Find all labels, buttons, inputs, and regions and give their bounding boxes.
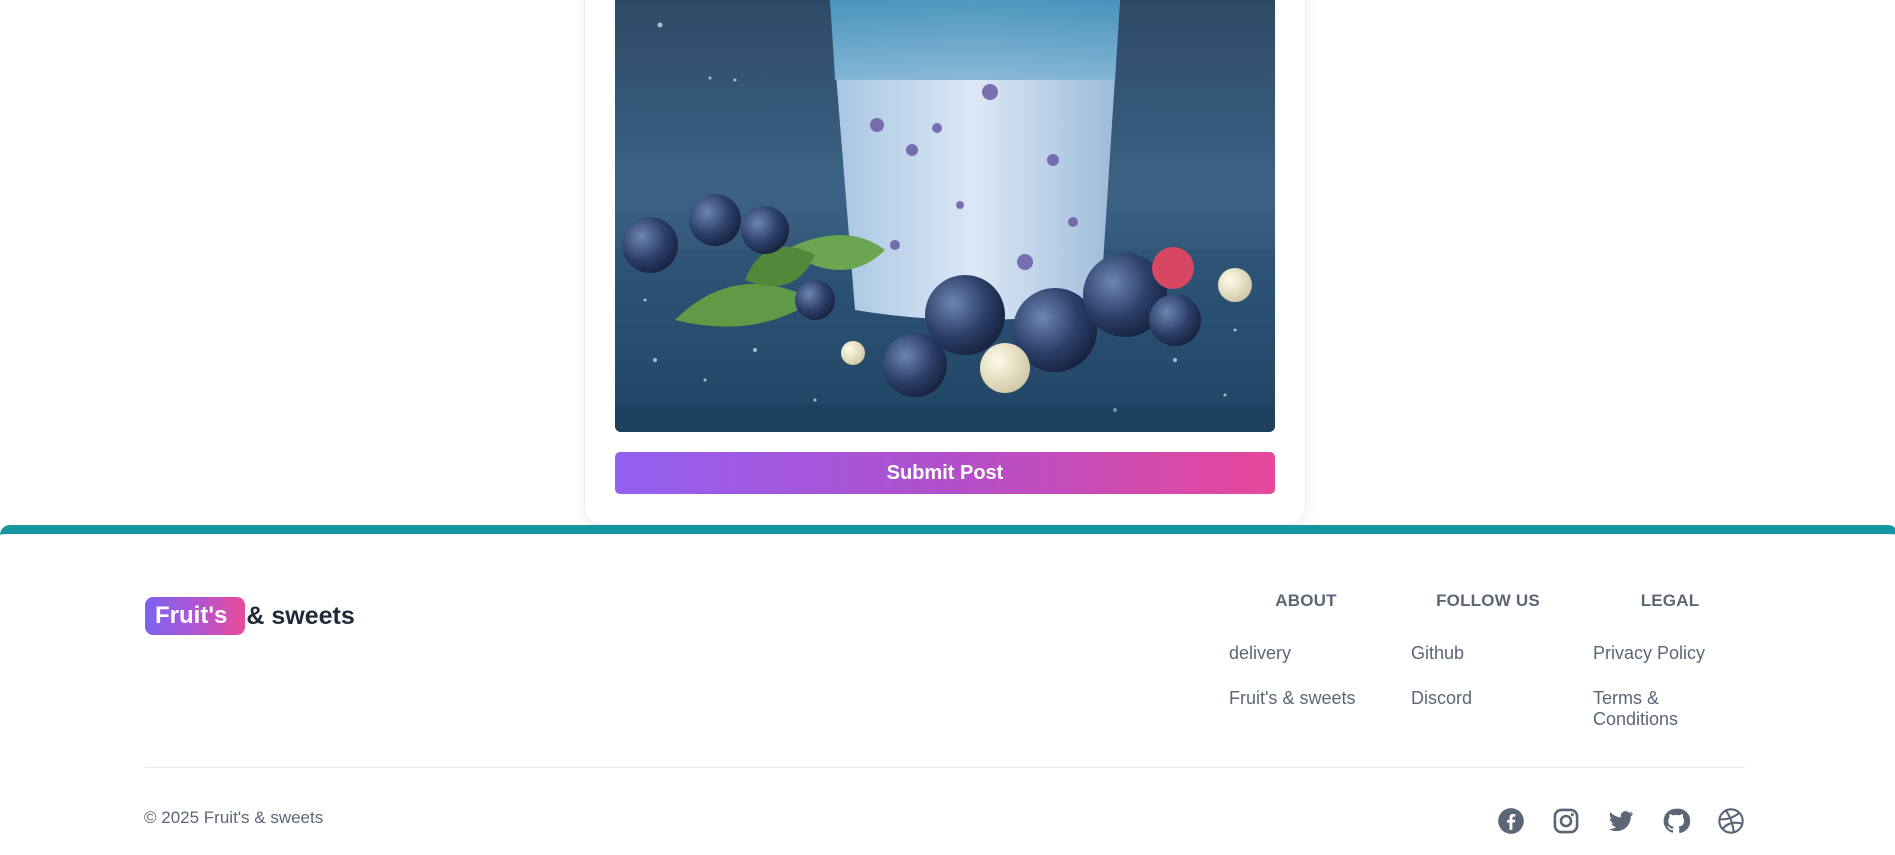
copyright-text: © 2025 Fruit's & sweets: [144, 808, 324, 827]
column-heading-about: ABOUT: [1275, 591, 1337, 610]
footer-link-fruits-sweets[interactable]: Fruit's & sweets: [1229, 688, 1355, 708]
smoothie-image: [615, 0, 1275, 432]
footer-column-follow-us: FOLLOW US Github Discord: [1411, 591, 1565, 733]
footer-column-legal: LEGAL Privacy Policy Terms & Conditions: [1593, 591, 1747, 733]
footer-link-discord[interactable]: Discord: [1411, 688, 1472, 708]
brand-text: & sweets: [246, 601, 355, 630]
column-heading-follow-us: FOLLOW US: [1436, 591, 1540, 610]
github-icon[interactable]: [1662, 807, 1690, 835]
column-heading-legal: LEGAL: [1640, 591, 1700, 610]
page: Submit Post Fruit's & sweets ABOUT deliv…: [0, 0, 1895, 855]
instagram-icon[interactable]: [1552, 807, 1580, 835]
twitter-icon[interactable]: [1607, 807, 1635, 835]
footer-link-terms-conditions[interactable]: Terms & Conditions: [1593, 688, 1678, 729]
brand-badge: Fruit's: [145, 597, 246, 635]
footer-link-privacy-policy[interactable]: Privacy Policy: [1593, 643, 1705, 663]
submit-post-button[interactable]: Submit Post: [615, 452, 1275, 494]
site-footer: Fruit's & sweets ABOUT delivery Fruit's …: [0, 525, 1895, 855]
brand-logo[interactable]: Fruit's & sweets: [145, 597, 355, 635]
dribbble-icon[interactable]: [1717, 807, 1745, 835]
facebook-icon[interactable]: [1497, 807, 1525, 835]
post-image-preview: [615, 0, 1275, 432]
footer-divider: [145, 767, 1745, 768]
footer-column-about: ABOUT delivery Fruit's & sweets: [1229, 591, 1383, 733]
footer-link-github[interactable]: Github: [1411, 643, 1464, 663]
footer-link-delivery[interactable]: delivery: [1229, 643, 1291, 663]
